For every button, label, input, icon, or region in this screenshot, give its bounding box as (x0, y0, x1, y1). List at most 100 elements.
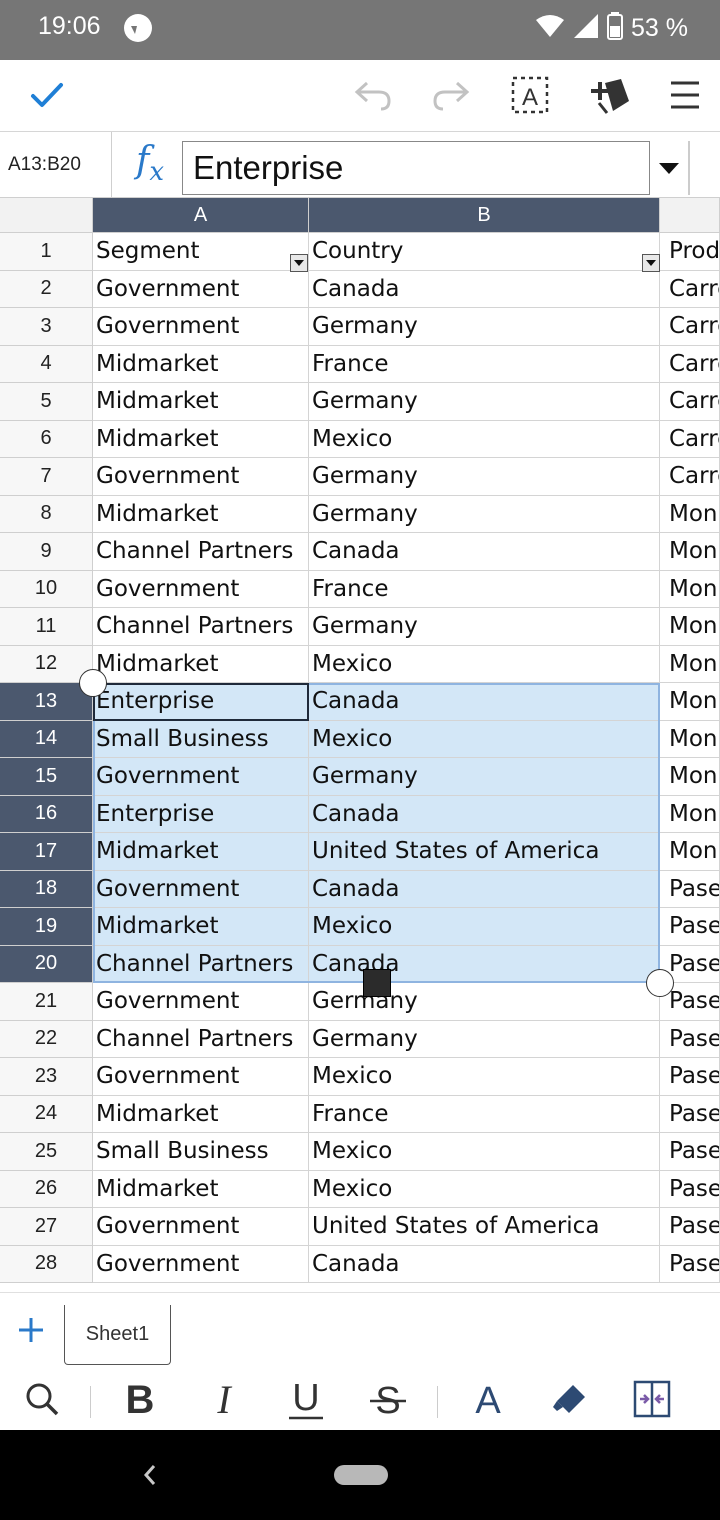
cell-a28[interactable]: Government (93, 1245, 309, 1283)
cell-a13[interactable]: Enterprise (93, 683, 309, 721)
cell-b4[interactable]: France (309, 345, 660, 383)
cell-b11[interactable]: Germany (309, 608, 660, 646)
cell-a10[interactable]: Government (93, 570, 309, 608)
cell-c7[interactable]: Carre (660, 458, 720, 496)
cell-c9[interactable]: Mon (660, 533, 720, 571)
cell-c3[interactable]: Carre (660, 308, 720, 346)
row-header[interactable]: 16 (0, 795, 93, 833)
cell-c1[interactable]: Prod (660, 233, 720, 271)
row-header[interactable]: 10 (0, 570, 93, 608)
strikethrough-icon[interactable]: S (366, 1374, 410, 1424)
row-header[interactable]: 9 (0, 533, 93, 571)
cell-c14[interactable]: Mon (660, 720, 720, 758)
row-header[interactable]: 14 (0, 720, 93, 758)
cell-c12[interactable]: Mon (660, 645, 720, 683)
cell-a20[interactable]: Channel Partners (93, 945, 309, 983)
row-header[interactable]: 6 (0, 420, 93, 458)
cell-a21[interactable]: Government (93, 983, 309, 1021)
row-header[interactable]: 27 (0, 1208, 93, 1246)
row-header[interactable]: 2 (0, 270, 93, 308)
cell-c4[interactable]: Carre (660, 345, 720, 383)
row-header[interactable]: 7 (0, 458, 93, 496)
cell-a12[interactable]: Midmarket (93, 645, 309, 683)
cell-b23[interactable]: Mexico (309, 1058, 660, 1096)
cell-b1[interactable]: Country (309, 233, 660, 271)
cell-b16[interactable]: Canada (309, 795, 660, 833)
cell-c28[interactable]: Pase (660, 1245, 720, 1283)
row-header[interactable]: 13 (0, 683, 93, 721)
cell-c19[interactable]: Pase (660, 908, 720, 946)
name-box[interactable]: A13:B20 (0, 132, 112, 198)
cell-b27[interactable]: United States of America (309, 1208, 660, 1246)
cell-a11[interactable]: Channel Partners (93, 608, 309, 646)
cell-c5[interactable]: Carre (660, 383, 720, 421)
cell-b13[interactable]: Canada (309, 683, 660, 721)
filter-button-a[interactable] (290, 254, 308, 272)
fill-color-icon[interactable] (548, 1374, 592, 1424)
italic-icon[interactable]: I (202, 1374, 246, 1424)
cell-b17[interactable]: United States of America (309, 833, 660, 871)
row-header[interactable]: 8 (0, 495, 93, 533)
insert-icon[interactable] (584, 70, 634, 120)
cell-a3[interactable]: Government (93, 308, 309, 346)
menu-icon[interactable] (660, 70, 710, 120)
cell-c26[interactable]: Pase (660, 1170, 720, 1208)
cell-c13[interactable]: Mon (660, 683, 720, 721)
cell-c25[interactable]: Pase (660, 1133, 720, 1171)
row-header[interactable]: 26 (0, 1170, 93, 1208)
row-header[interactable]: 28 (0, 1245, 93, 1283)
cell-c10[interactable]: Mon (660, 570, 720, 608)
row-header[interactable]: 23 (0, 1058, 93, 1096)
merge-cells-icon[interactable] (630, 1374, 674, 1424)
cell-a18[interactable]: Government (93, 870, 309, 908)
cell-b24[interactable]: France (309, 1095, 660, 1133)
cell-a16[interactable]: Enterprise (93, 795, 309, 833)
row-header[interactable]: 4 (0, 345, 93, 383)
cell-b15[interactable]: Germany (309, 758, 660, 796)
cell-b8[interactable]: Germany (309, 495, 660, 533)
cell-b22[interactable]: Germany (309, 1020, 660, 1058)
row-header[interactable]: 24 (0, 1095, 93, 1133)
column-header-c[interactable] (660, 198, 720, 233)
search-icon[interactable] (20, 1374, 64, 1424)
row-header[interactable]: 18 (0, 870, 93, 908)
function-icon[interactable]: fx (136, 140, 164, 187)
cell-b6[interactable]: Mexico (309, 420, 660, 458)
cell-c11[interactable]: Mon (660, 608, 720, 646)
cell-b20[interactable]: Canada (309, 945, 660, 983)
filter-button-b[interactable] (642, 254, 660, 272)
row-header[interactable]: 15 (0, 758, 93, 796)
fill-handle[interactable] (363, 969, 391, 997)
cell-a6[interactable]: Midmarket (93, 420, 309, 458)
cell-b5[interactable]: Germany (309, 383, 660, 421)
cell-c8[interactable]: Mon (660, 495, 720, 533)
cell-a4[interactable]: Midmarket (93, 345, 309, 383)
cell-a2[interactable]: Government (93, 270, 309, 308)
check-icon[interactable] (22, 70, 72, 120)
cell-c6[interactable]: Carre (660, 420, 720, 458)
cell-b19[interactable]: Mexico (309, 908, 660, 946)
row-header[interactable]: 25 (0, 1133, 93, 1171)
selection-end-handle[interactable] (646, 969, 674, 997)
cell-c16[interactable]: Mon (660, 795, 720, 833)
formula-input[interactable]: Enterprise (182, 141, 650, 195)
cell-b25[interactable]: Mexico (309, 1133, 660, 1171)
row-header[interactable]: 17 (0, 833, 93, 871)
cell-a7[interactable]: Government (93, 458, 309, 496)
row-header[interactable]: 1 (0, 233, 93, 271)
text-select-icon[interactable]: A (505, 70, 555, 120)
cell-a5[interactable]: Midmarket (93, 383, 309, 421)
spreadsheet-grid[interactable]: A B 1 Segment Country Prod 2 Government Canada… (0, 198, 720, 1292)
add-sheet-button[interactable] (12, 1311, 50, 1349)
row-header[interactable]: 21 (0, 983, 93, 1021)
cell-a9[interactable]: Channel Partners (93, 533, 309, 571)
select-all-corner[interactable] (0, 198, 93, 233)
row-header[interactable]: 20 (0, 945, 93, 983)
cell-a23[interactable]: Government (93, 1058, 309, 1096)
row-header[interactable]: 11 (0, 608, 93, 646)
cell-b28[interactable]: Canada (309, 1245, 660, 1283)
cell-b14[interactable]: Mexico (309, 720, 660, 758)
cell-c27[interactable]: Pase (660, 1208, 720, 1246)
cell-a26[interactable]: Midmarket (93, 1170, 309, 1208)
cell-a15[interactable]: Government (93, 758, 309, 796)
